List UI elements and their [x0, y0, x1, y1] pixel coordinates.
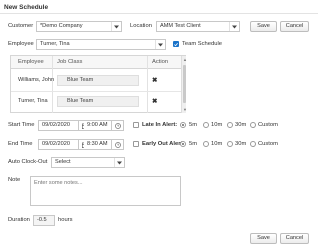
save-button[interactable]: Save: [250, 233, 277, 244]
early-out-option-5m: 5m: [189, 141, 198, 147]
employee-value: Turner, Tina: [40, 41, 70, 47]
location-value: AMM Test Client: [160, 23, 201, 29]
chevron-down-icon: [114, 158, 124, 167]
early-out-radio-custom[interactable]: [250, 141, 256, 147]
early-out-option-30m: 30m: [235, 141, 247, 147]
early-out-radio-5m[interactable]: [180, 141, 186, 147]
late-in-radio-5m[interactable]: [180, 122, 186, 128]
row-job-class: Blue Team: [57, 96, 139, 107]
employee-label: Employee: [8, 41, 34, 47]
start-time-label: Start Time: [8, 122, 35, 128]
col-job-class: Job Class: [57, 59, 83, 65]
late-in-option-10m: 10m: [211, 122, 223, 128]
employee-table: Employee Job Class Action Williams, John…: [10, 55, 187, 113]
start-clock-button[interactable]: [111, 120, 124, 131]
late-in-radio-10m[interactable]: [203, 122, 209, 128]
chevron-down-icon: [229, 22, 239, 31]
table-scrollbar[interactable]: ▲ ▼: [181, 56, 187, 113]
early-out-radio-30m[interactable]: [227, 141, 233, 147]
duration-label: Duration: [8, 217, 30, 223]
col-divider: [52, 56, 53, 113]
duration-value: -0.5: [33, 215, 55, 226]
late-in-option-30m: 30m: [235, 122, 247, 128]
end-time-label: End Time: [8, 141, 33, 147]
col-action: Action: [152, 59, 169, 65]
early-out-option-10m: 10m: [211, 141, 223, 147]
late-in-radio-30m[interactable]: [227, 122, 233, 128]
clock-icon: [115, 123, 121, 129]
early-out-alert-label: Early Out Alert:: [142, 141, 185, 147]
note-textarea[interactable]: [30, 176, 181, 206]
location-label: Location: [130, 23, 152, 29]
table-header: Employee Job Class Action: [11, 56, 185, 69]
early-out-radio-10m[interactable]: [203, 141, 209, 147]
col-employee: Employee: [18, 59, 44, 65]
note-label: Note: [8, 177, 21, 183]
row-job-class: Blue Team: [57, 75, 139, 86]
remove-icon[interactable]: ✖: [152, 76, 157, 84]
auto-clock-out-select[interactable]: Select: [51, 157, 125, 168]
clock-icon: [115, 142, 121, 148]
early-out-option-custom: Custom: [258, 141, 278, 147]
window-title: New Schedule: [4, 4, 49, 11]
team-schedule-label: Team Schedule: [182, 41, 222, 47]
customer-select[interactable]: *Demo Company: [36, 21, 122, 32]
team-schedule-checkbox[interactable]: [173, 41, 179, 47]
early-out-alert-checkbox[interactable]: [133, 141, 139, 147]
scroll-down-icon[interactable]: ▼: [183, 107, 187, 112]
cancel-button-top[interactable]: Cancel: [280, 21, 309, 32]
save-button-top[interactable]: Save: [250, 21, 277, 32]
customer-label: Customer: [8, 23, 34, 29]
checkmark-icon: [174, 42, 178, 46]
row-employee-name: Williams, John: [18, 77, 55, 83]
header-divider: [0, 13, 318, 14]
chevron-down-icon: [111, 22, 121, 31]
duration-unit: hours: [58, 217, 73, 223]
auto-clock-out-label: Auto Clock-Out: [8, 159, 48, 165]
scrollbar-thumb[interactable]: [183, 65, 186, 103]
late-in-option-5m: 5m: [189, 122, 198, 128]
employee-select[interactable]: Turner, Tina: [36, 39, 166, 50]
late-in-alert-label: Late In Alert:: [142, 122, 178, 128]
late-in-alert-checkbox[interactable]: [133, 122, 139, 128]
row-employee-name: Turner, Tina: [18, 98, 48, 104]
end-time-input[interactable]: 8:30 AM: [84, 139, 112, 150]
row-divider: [11, 91, 181, 92]
end-clock-button[interactable]: [111, 139, 124, 150]
scroll-up-icon[interactable]: ▲: [183, 57, 187, 62]
cancel-button[interactable]: Cancel: [280, 233, 309, 244]
start-date-input[interactable]: 09/02/2020: [38, 120, 79, 131]
late-in-radio-custom[interactable]: [250, 122, 256, 128]
late-in-option-custom: Custom: [258, 122, 278, 128]
location-select[interactable]: AMM Test Client: [156, 21, 240, 32]
chevron-down-icon: [155, 40, 165, 49]
remove-icon[interactable]: ✖: [152, 97, 157, 105]
start-time-input[interactable]: 9:00 AM: [84, 120, 112, 131]
auto-clock-out-value: Select: [55, 159, 71, 165]
col-divider: [147, 56, 148, 113]
customer-value: *Demo Company: [40, 23, 83, 29]
end-date-input[interactable]: 09/02/2020: [38, 139, 79, 150]
